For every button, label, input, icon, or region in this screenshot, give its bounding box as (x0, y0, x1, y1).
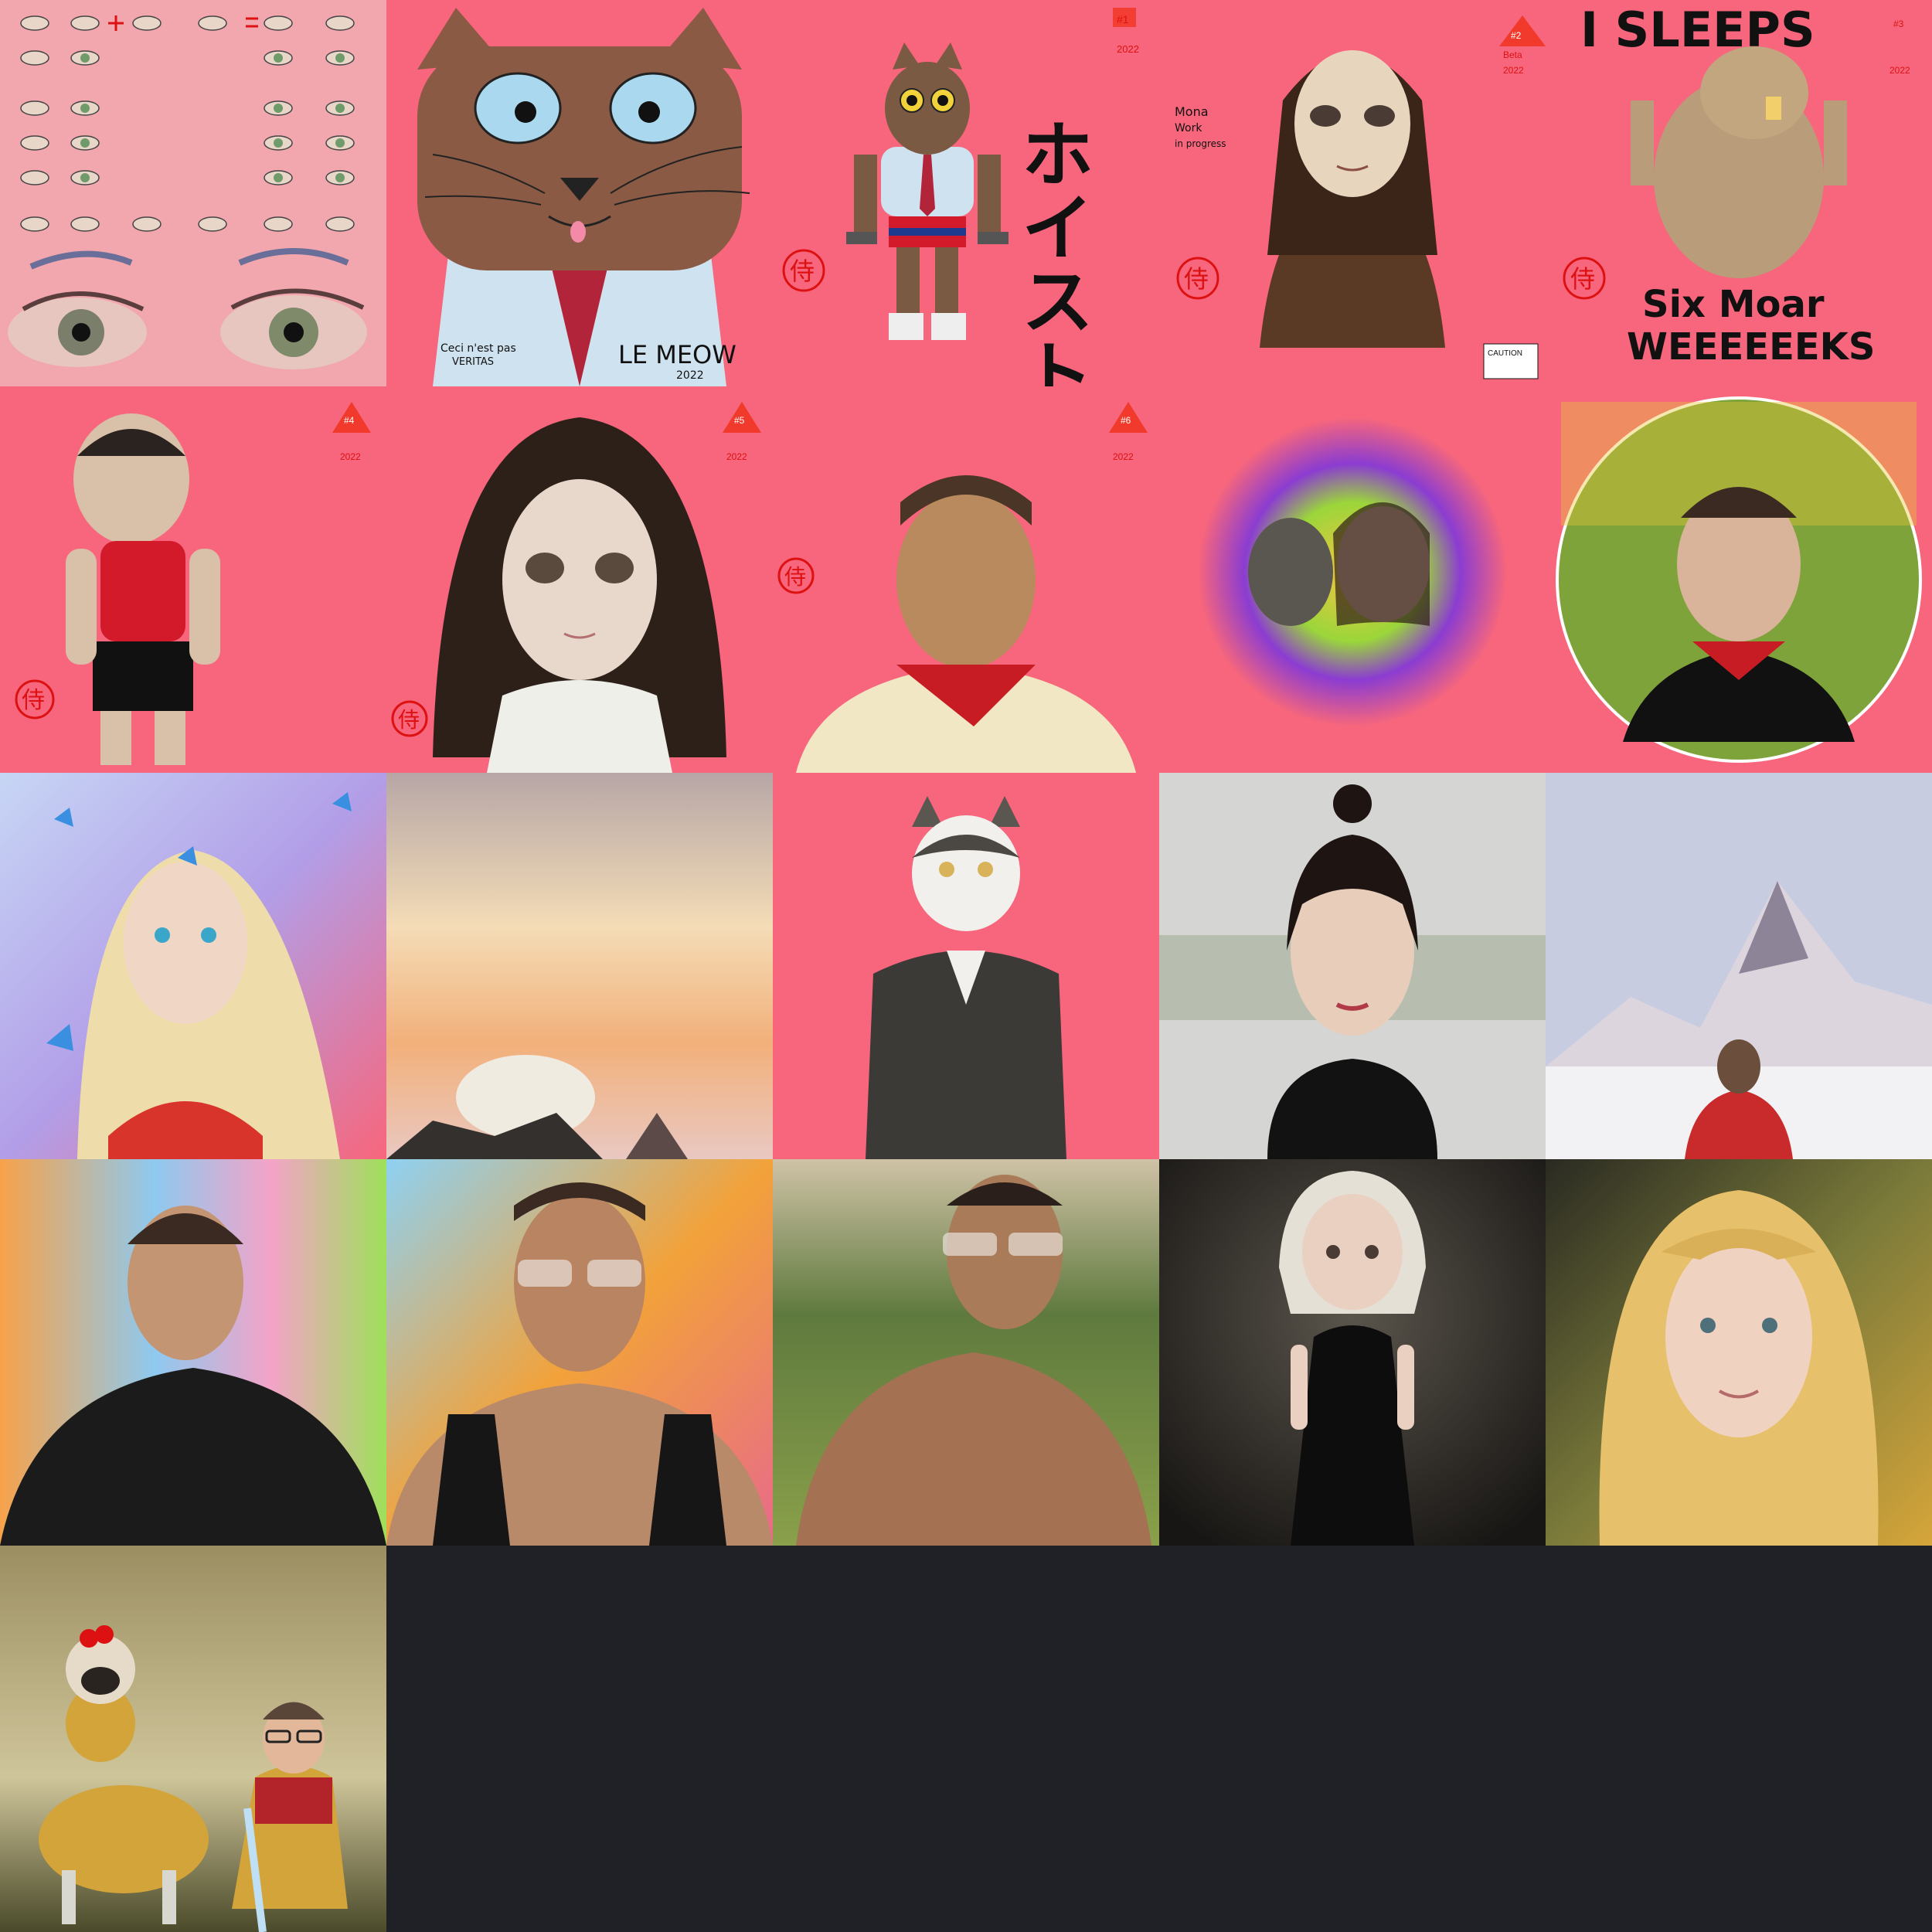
woman-portrait-year: 2022 (726, 451, 747, 462)
tile-woman-dog[interactable] (1159, 386, 1546, 773)
man-confetti-art (0, 1159, 386, 1546)
hoist-text: ホイスト (1009, 116, 1094, 386)
cat-lifting-number: #1 (1117, 13, 1129, 26)
blonde-woman-art (1546, 1159, 1932, 1546)
groundhog-seal: 侍 (1570, 265, 1595, 293)
big-head-year: 2022 (340, 451, 361, 462)
image-grid: Ceci n'est pas VERITAS LE MEOW 2022 ホイスト… (0, 0, 1932, 1932)
big-head-seal: 侍 (22, 688, 45, 713)
tile-pug-knight[interactable] (0, 1546, 386, 1932)
mona-number: #2 (1511, 30, 1522, 41)
groundhog-line-2: WEEEEEEKS (1627, 325, 1875, 369)
woman-portrait-seal: 侍 (398, 708, 420, 732)
tile-hamster-sunset[interactable] (386, 773, 773, 1159)
tile-man-confetti[interactable] (0, 1159, 386, 1546)
mona-beta: Beta (1503, 49, 1522, 60)
cat-shirt-art: Ceci n'est pas VERITAS LE MEOW 2022 (386, 0, 773, 386)
man-glasses-colorful-art (386, 1159, 773, 1546)
tile-woman-grey[interactable] (1159, 773, 1546, 1159)
tile-man-outdoors[interactable] (773, 1159, 1159, 1546)
tile-mona-lisa[interactable]: #2 Beta 2022 Mona Work in progress 侍 CAU… (1159, 0, 1546, 386)
cat-lifting-seal: 侍 (790, 257, 815, 285)
tile-eye-study[interactable] (0, 0, 386, 386)
mona-lisa-art: #2 Beta 2022 Mona Work in progress 侍 CAU… (1159, 0, 1546, 386)
elf-butterflies-art (0, 773, 386, 1159)
tile-cat-lifting[interactable]: ホイスト #1 2022 侍 (773, 0, 1159, 386)
tile-mountain-scene[interactable] (1546, 773, 1932, 1159)
empty-cell (773, 1546, 1159, 1932)
mona-note-1: Mona (1175, 104, 1209, 119)
tile-woman-portrait[interactable]: #5 2022 侍 (386, 386, 773, 773)
tile-man-glasses-colorful[interactable] (386, 1159, 773, 1546)
tile-cat-uniform[interactable] (773, 773, 1159, 1159)
cat-shirt-text-2: VERITAS (452, 356, 494, 368)
empty-cell (1159, 1546, 1546, 1932)
woman-black-dress-art (1159, 1159, 1546, 1546)
cat-shirt-text-3: LE MEOW (618, 340, 736, 369)
man-bandana-year: 2022 (1113, 451, 1134, 462)
mona-note-3: in progress (1175, 138, 1226, 149)
man-bandana-art: #6 2022 侍 (773, 386, 1159, 773)
woman-grey-art (1159, 773, 1546, 1159)
eye-study-art (0, 0, 386, 386)
cat-uniform-art (773, 773, 1159, 1159)
pug-knight-art (0, 1546, 386, 1932)
tile-man-bandana[interactable]: #6 2022 侍 (773, 386, 1159, 773)
groundhog-year: 2022 (1889, 65, 1910, 76)
woman-portrait-art: #5 2022 侍 (386, 386, 773, 773)
tile-big-head-man[interactable]: #4 2022 侍 (0, 386, 386, 773)
man-outdoors-art (773, 1159, 1159, 1546)
groundhog-art: I SLEEPS #3 2022 Six Moar WEEEEEEKS 侍 (1546, 0, 1932, 386)
cat-lifting-year: 2022 (1117, 43, 1139, 55)
mona-year: 2022 (1503, 65, 1524, 76)
tile-blonde-woman[interactable] (1546, 1159, 1932, 1546)
cat-lifting-art: ホイスト #1 2022 侍 (773, 0, 1159, 386)
man-circle-art (1546, 386, 1932, 773)
cat-shirt-text-1: Ceci n'est pas (440, 342, 516, 355)
mona-caution: CAUTION (1488, 349, 1522, 358)
tile-groundhog[interactable]: I SLEEPS #3 2022 Six Moar WEEEEEEKS 侍 (1546, 0, 1932, 386)
groundhog-title: I SLEEPS (1580, 2, 1815, 58)
woman-portrait-number: #5 (734, 415, 745, 426)
empty-cell (386, 1546, 773, 1932)
woman-dog-art (1159, 386, 1546, 773)
tile-man-circle[interactable] (1546, 386, 1932, 773)
hamster-sunset-art (386, 773, 773, 1159)
tile-cat-shirt[interactable]: Ceci n'est pas VERITAS LE MEOW 2022 (386, 0, 773, 386)
empty-cell (1546, 1546, 1932, 1932)
mona-note-2: Work (1175, 122, 1202, 134)
man-bandana-seal: 侍 (784, 565, 806, 589)
big-head-number: #4 (344, 415, 355, 426)
mona-seal: 侍 (1184, 265, 1209, 293)
tile-woman-black-dress[interactable] (1159, 1159, 1546, 1546)
tile-elf-butterflies[interactable] (0, 773, 386, 1159)
groundhog-line-1: Six Moar (1642, 283, 1825, 326)
mountain-scene-art (1546, 773, 1932, 1159)
groundhog-number: #3 (1893, 19, 1904, 29)
cat-shirt-text-4: 2022 (676, 369, 704, 382)
big-head-man-art: #4 2022 侍 (0, 386, 386, 773)
man-bandana-number: #6 (1121, 415, 1131, 426)
